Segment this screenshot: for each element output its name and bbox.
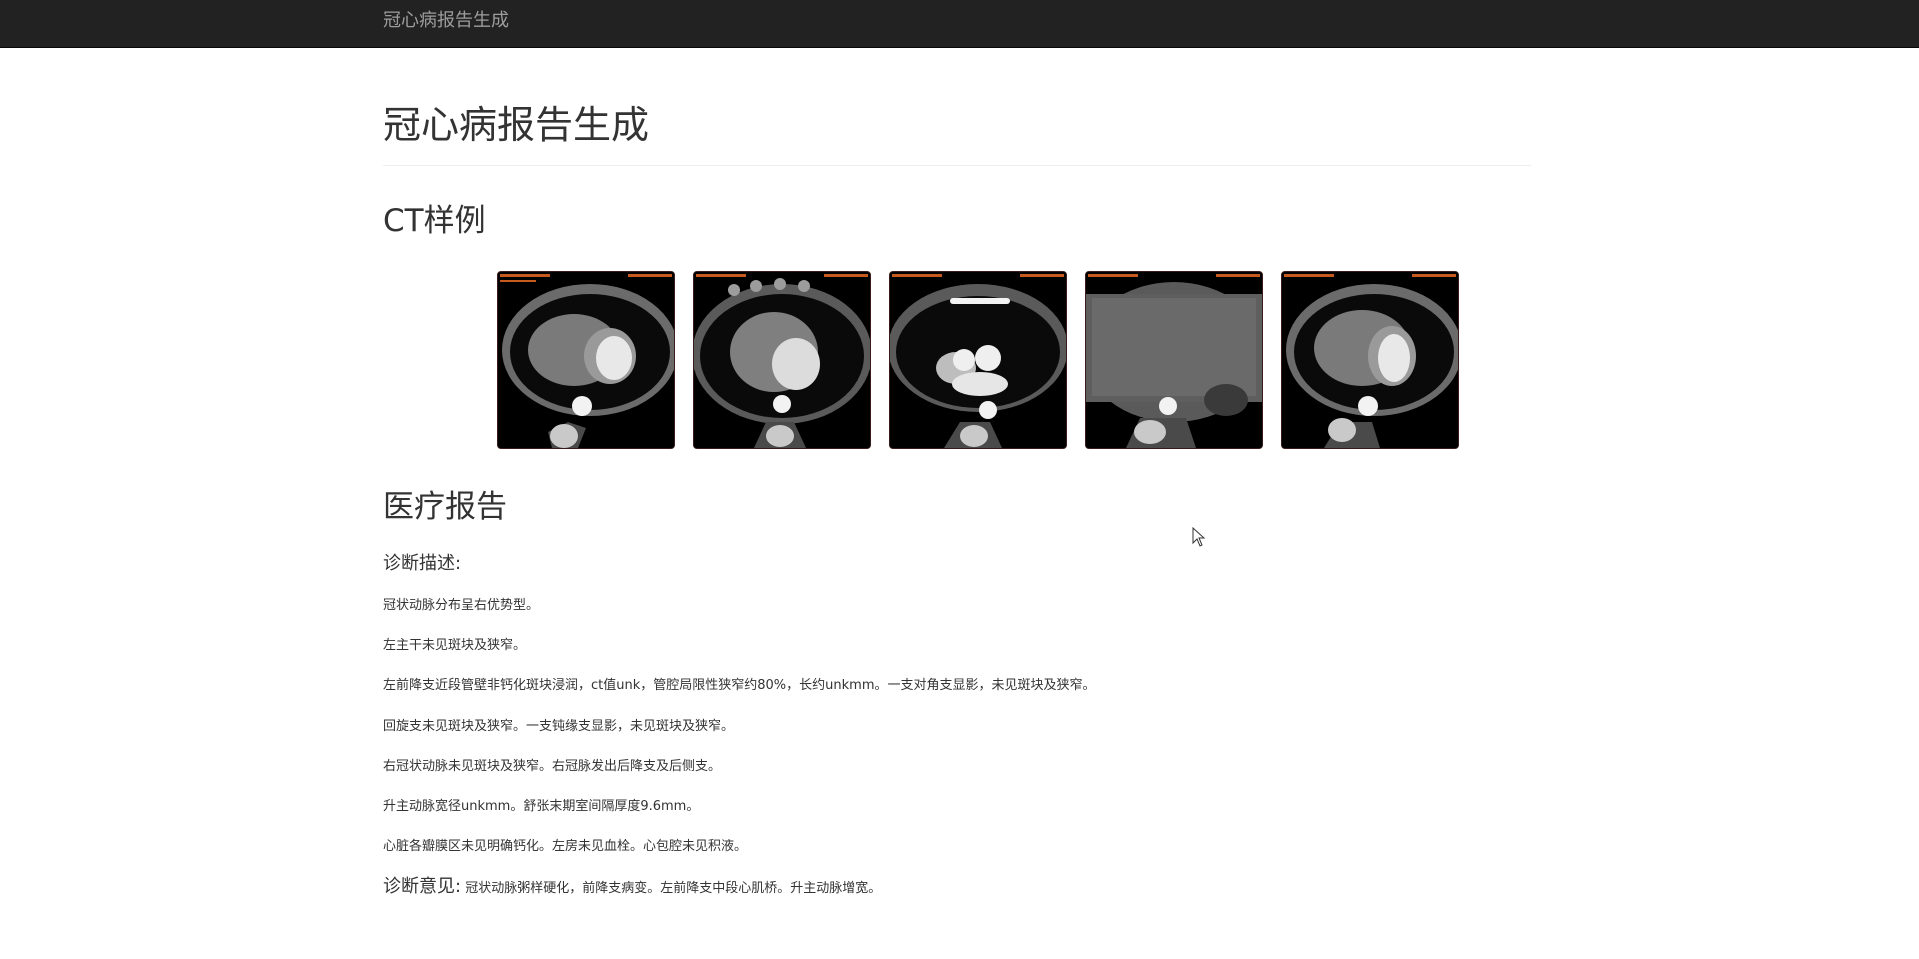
diagnosis-opinion-text: 冠状动脉粥样硬化，前降支病变。左前降支中段心肌桥。升主动脉增宽。: [461, 881, 882, 896]
report-line: 心脏各瓣膜区未见明确钙化。左房未见血栓。心包腔未见积液。: [383, 839, 748, 854]
diagnosis-opinion: 诊断意见: 冠状动脉粥样硬化，前降支病变。左前降支中段心肌桥。升主动脉增宽。: [383, 876, 881, 898]
navbar: 冠心病报告生成: [0, 0, 1919, 48]
ct-image-1: [497, 271, 675, 449]
ct-image-2: [693, 271, 871, 449]
ct-image-4: [1085, 271, 1263, 449]
report-line: 右冠状动脉未见斑块及狭窄。右冠脉发出后降支及后侧支。: [383, 759, 722, 774]
report-line: 冠状动脉分布呈右优势型。: [383, 598, 540, 613]
ct-image-3: [889, 271, 1067, 449]
ct-section-title: CT样例: [383, 203, 486, 239]
diagnosis-opinion-label: 诊断意见:: [383, 876, 462, 897]
title-divider: [383, 165, 1531, 166]
navbar-brand[interactable]: 冠心病报告生成: [383, 10, 509, 32]
report-line: 回旋支未见斑块及狭窄。一支钝缘支显影，未见斑块及狭窄。: [383, 719, 735, 734]
report-section-title: 医疗报告: [383, 489, 507, 525]
report-line: 左主干未见斑块及狭窄。: [383, 638, 527, 653]
ct-image-5: [1281, 271, 1459, 449]
diagnosis-description-label: 诊断描述:: [383, 553, 462, 574]
report-line: 升主动脉宽径unkmm。舒张末期室间隔厚度9.6mm。: [383, 799, 700, 814]
mouse-cursor-icon: [1192, 526, 1206, 551]
page-title: 冠心病报告生成: [383, 103, 650, 147]
report-line: 左前降支近段管壁非钙化斑块浸润，ct值unk，管腔局限性狭窄约80%，长约unk…: [383, 678, 1096, 693]
ct-image-gallery: [497, 271, 1461, 449]
